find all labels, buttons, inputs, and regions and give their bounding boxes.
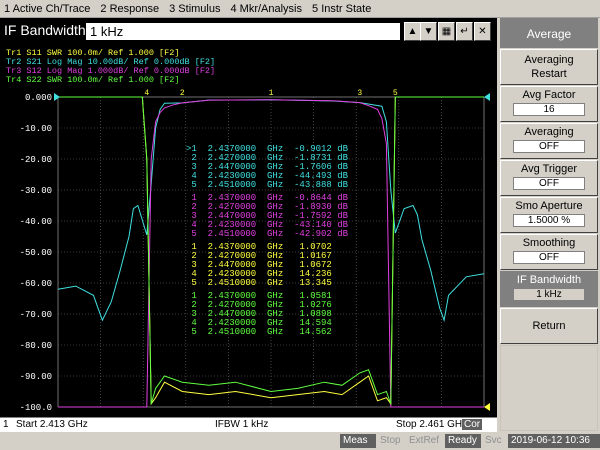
stop-frequency: Stop 2.461 GHz <box>396 419 468 430</box>
enter-icon[interactable]: ↵ <box>456 22 473 41</box>
averaging-restart-button[interactable]: Averaging Restart <box>500 49 598 85</box>
arrow-up-icon[interactable]: ▲ <box>404 22 421 41</box>
if-bandwidth-label: IF Bandwidth <box>516 274 582 286</box>
menu-item-3[interactable]: 3 Stimulus <box>165 3 226 15</box>
avg-trigger-value: OFF <box>513 177 585 190</box>
softkey-blank <box>500 345 598 431</box>
smo-aperture-value: 1.5000 % <box>513 214 585 227</box>
entry-label: IF Bandwidth <box>4 22 86 38</box>
smoothing-label: Smoothing <box>522 237 576 249</box>
instrument-status-bar: Meas Stop ExtRef Ready Svc 2019-06-12 10… <box>0 432 600 450</box>
menu-item-1[interactable]: 1 Active Ch/Trace <box>0 3 96 15</box>
reference-marker-bottom <box>484 403 490 411</box>
y-tick-label: -80.00 <box>20 341 52 351</box>
marker-readout-row: 5 2.4510000 GHz -42.902 dB <box>186 229 349 239</box>
correction-badge: Cor <box>462 419 483 430</box>
y-tick-label: -40.00 <box>20 217 52 227</box>
if-bandwidth-value: 1 kHz <box>513 288 585 301</box>
softkey-panel: Average Averaging Restart Avg Factor 16 … <box>498 18 600 432</box>
menu-bar: 1 Active Ch/Trace 2 Response 3 Stimulus 4 M… <box>0 0 600 18</box>
y-tick-label: -60.00 <box>20 279 52 289</box>
marker-flag-2: 2 <box>180 89 185 98</box>
marker-flag-5: 5 <box>393 89 398 98</box>
y-tick-label: -90.00 <box>20 372 52 382</box>
arrow-down-icon[interactable]: ▼ <box>420 22 437 41</box>
meas-indicator: Meas <box>340 434 376 448</box>
averaging-value: OFF <box>513 140 585 153</box>
avg-factor-button[interactable]: Avg Factor 16 <box>500 86 598 122</box>
marker-flag-1: 1 <box>269 89 274 98</box>
channel-number: 1 <box>3 419 9 430</box>
softkey-menu-title: Average <box>500 18 598 48</box>
svc-indicator: Svc <box>485 435 502 446</box>
smoothing-value: OFF <box>513 251 585 264</box>
marker-readout-row: 5 2.4510000 GHz 14.562 <box>186 327 337 337</box>
keypad-icon[interactable]: ▦ <box>438 22 455 41</box>
entry-bar: IF Bandwidth 1 kHz ▲ ▼ ▦ ↵ ✕ <box>0 18 497 45</box>
smoothing-toggle[interactable]: Smoothing OFF <box>500 234 598 270</box>
y-tick-label: -30.00 <box>20 186 52 196</box>
if-bandwidth-button[interactable]: IF Bandwidth 1 kHz <box>500 271 598 307</box>
extref-indicator: ExtRef <box>409 435 440 446</box>
avg-trigger-toggle[interactable]: Avg Trigger OFF <box>500 160 598 196</box>
y-tick-label: -70.00 <box>20 310 52 320</box>
averaging-toggle[interactable]: Averaging OFF <box>500 123 598 159</box>
if-bandwidth-status: IFBW 1 kHz <box>215 419 269 430</box>
reference-marker-left <box>54 93 60 101</box>
marker-readout-row: 5 2.4510000 GHz -43.888 dB <box>186 180 349 190</box>
marker-flag-4: 4 <box>144 89 149 98</box>
reference-marker-right <box>484 93 490 101</box>
menu-item-4[interactable]: 4 Mkr/Analysis <box>226 3 308 15</box>
marker-readout-row: 5 2.4510000 GHz 13.345 <box>186 278 337 288</box>
ready-indicator: Ready <box>445 434 481 448</box>
date-time: 2019-06-12 10:36 <box>508 434 600 448</box>
averaging-label: Averaging <box>524 126 574 138</box>
smo-aperture-button[interactable]: Smo Aperture 1.5000 % <box>500 197 598 233</box>
stop-indicator: Stop <box>380 435 401 446</box>
trace-chart: Tr1 S11 SWR 100.0m/ Ref 1.000 [F2]Tr2 S2… <box>6 48 490 413</box>
menu-item-2[interactable]: 2 Response <box>96 3 165 15</box>
if-bandwidth-input[interactable]: 1 kHz <box>85 22 401 41</box>
start-frequency: Start 2.413 GHz <box>16 419 88 430</box>
return-button[interactable]: Return <box>500 308 598 344</box>
marker-flag-3: 3 <box>357 89 362 98</box>
channel-status-bar: 1 Start 2.413 GHz IFBW 1 kHz Stop 2.461 … <box>0 417 497 433</box>
y-tick-label: -50.00 <box>20 248 52 258</box>
menu-item-5[interactable]: 5 Instr State <box>308 3 377 15</box>
avg-factor-value: 16 <box>513 103 585 116</box>
y-tick-label: 0.000 <box>25 93 52 103</box>
y-tick-label: -20.00 <box>20 155 52 165</box>
smo-aperture-label: Smo Aperture <box>515 200 583 212</box>
plot-area: Tr1 S11 SWR 100.0m/ Ref 1.000 [F2] Tr2 S2… <box>0 45 497 417</box>
avg-trigger-label: Avg Trigger <box>520 163 578 175</box>
trace-label-tr4: Tr4 S22 SWR 100.0m/ Ref 1.000 [F2] <box>6 75 179 85</box>
y-tick-label: -100.0 <box>20 403 52 413</box>
y-tick-label: -10.00 <box>20 124 52 134</box>
avg-factor-label: Avg Factor <box>522 89 576 101</box>
entry-value: 1 kHz <box>90 24 124 39</box>
close-icon[interactable]: ✕ <box>474 22 491 41</box>
